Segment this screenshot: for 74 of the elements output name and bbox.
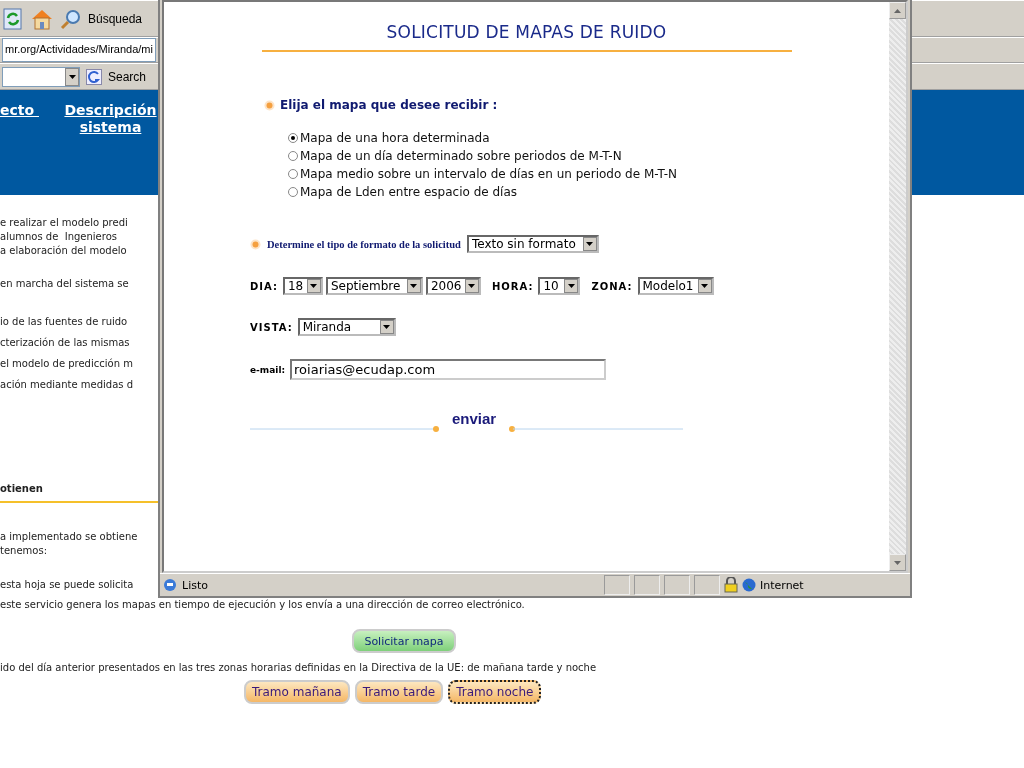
- caret-icon: [68, 74, 76, 79]
- map-option[interactable]: Mapa de una hora determinada: [288, 131, 677, 145]
- bullet-icon: [264, 99, 275, 111]
- scrollbar[interactable]: [889, 2, 906, 571]
- text-line: ido del día anterior presentados en las tres zonas horarias definidas en la Directiva de la UE: de mañana tarde y noche: [0, 661, 597, 675]
- hour-label: HORA:: [491, 280, 534, 292]
- send-link[interactable]: enviar: [452, 410, 497, 427]
- text-line: en marcha del sistema se: [0, 277, 129, 291]
- text-line: cterización de las mismas: [0, 336, 130, 350]
- radio-button[interactable]: [288, 151, 298, 161]
- status-panel: [694, 575, 720, 595]
- section-heading: otienen: [0, 482, 44, 496]
- status-panel: [634, 575, 660, 595]
- dropdown[interactable]: Septiembre: [325, 277, 423, 295]
- time-slot-button[interactable]: Tramo mañana: [244, 680, 350, 704]
- lock-icon: [724, 577, 738, 593]
- g-logo-icon[interactable]: [86, 68, 102, 85]
- nav-link[interactable]: ecto: [0, 102, 32, 119]
- zone-label: ZONA:: [591, 280, 633, 292]
- text-line: io de las fuentes de ruido: [0, 315, 128, 329]
- map-option[interactable]: Mapa de Lden entre espacio de días: [288, 185, 677, 199]
- text-line: el modelo de predicción m: [0, 357, 133, 371]
- home-icon[interactable]: [30, 7, 54, 30]
- caret-icon: [383, 325, 391, 329]
- text-line: a implementado se obtiene: [0, 530, 138, 544]
- map-option[interactable]: Mapa medio sobre un intervalo de días en un periodo de M-T-N: [288, 167, 677, 181]
- search-label[interactable]: Búsqueda: [88, 11, 143, 26]
- dropdown[interactable]: 10: [538, 277, 581, 295]
- radio-button[interactable]: [288, 133, 298, 143]
- nav-link[interactable]: Descripción sistema: [63, 102, 158, 136]
- format-label: Determine el tipo de formato de la solicitud: [267, 238, 461, 250]
- time-slot-button[interactable]: Tramo tarde: [354, 680, 444, 704]
- caret-icon: [468, 284, 476, 288]
- question-label: Elija el mapa que desee recibir :: [280, 98, 498, 112]
- form-title: SOLICITUD DE MAPAS DE RUIDO: [386, 22, 667, 42]
- text-line: ación mediante medidas d: [0, 378, 133, 392]
- text-line: a elaboración del modelo: [0, 244, 128, 258]
- text-line: tenemos:: [0, 544, 47, 558]
- down-arrow-icon[interactable]: [894, 560, 901, 565]
- status-panel: [664, 575, 690, 595]
- map-option[interactable]: Mapa de un día determinado sobre periodos de M-T-N: [288, 149, 677, 163]
- text-line: este servicio genera los mapas en tiempo de ejecución y los envía a una dirección de correo electrónico.: [0, 598, 525, 612]
- status-text: Listo: [182, 578, 209, 592]
- dropdown[interactable]: Modelo1: [637, 277, 714, 295]
- search-dropdown[interactable]: [2, 66, 80, 87]
- view-label: VISTA:: [250, 321, 293, 333]
- text-line: alumnos de Ingenieros: [0, 230, 118, 244]
- dropdown[interactable]: 18: [282, 277, 323, 295]
- search-label[interactable]: Search: [108, 69, 147, 84]
- address-field[interactable]: mr.org/Actividades/Miranda/mi: [2, 38, 156, 62]
- status-panel: [604, 575, 630, 595]
- radio-button[interactable]: [288, 187, 298, 197]
- text-line: e realizar el modelo predi: [0, 216, 128, 230]
- caret-icon: [410, 284, 418, 288]
- bullet-icon: [250, 238, 261, 250]
- time-slot-button[interactable]: Tramo noche: [448, 680, 542, 704]
- dropdown[interactable]: Texto sin formato: [466, 235, 599, 253]
- email-label: e-mail:: [250, 364, 286, 375]
- caret-icon: [586, 242, 594, 246]
- radio-button[interactable]: [288, 169, 298, 179]
- dropdown[interactable]: Miranda: [297, 318, 396, 336]
- search-icon[interactable]: [60, 7, 82, 30]
- day-label: DIA:: [250, 280, 278, 292]
- zone-text: Internet: [760, 578, 805, 592]
- dropdown[interactable]: 2006: [425, 277, 481, 295]
- globe-icon: [742, 578, 756, 592]
- caret-icon: [701, 284, 708, 288]
- request-map-button[interactable]: Solicitar mapa: [352, 629, 456, 653]
- caret-icon: [310, 284, 318, 288]
- text-line: esta hoja se puede solicita: [0, 578, 134, 592]
- caret-icon: [567, 284, 575, 288]
- email-field[interactable]: roiarias@ecudap.com: [290, 359, 607, 380]
- refresh-icon[interactable]: [2, 7, 24, 30]
- up-arrow-icon[interactable]: [894, 8, 901, 13]
